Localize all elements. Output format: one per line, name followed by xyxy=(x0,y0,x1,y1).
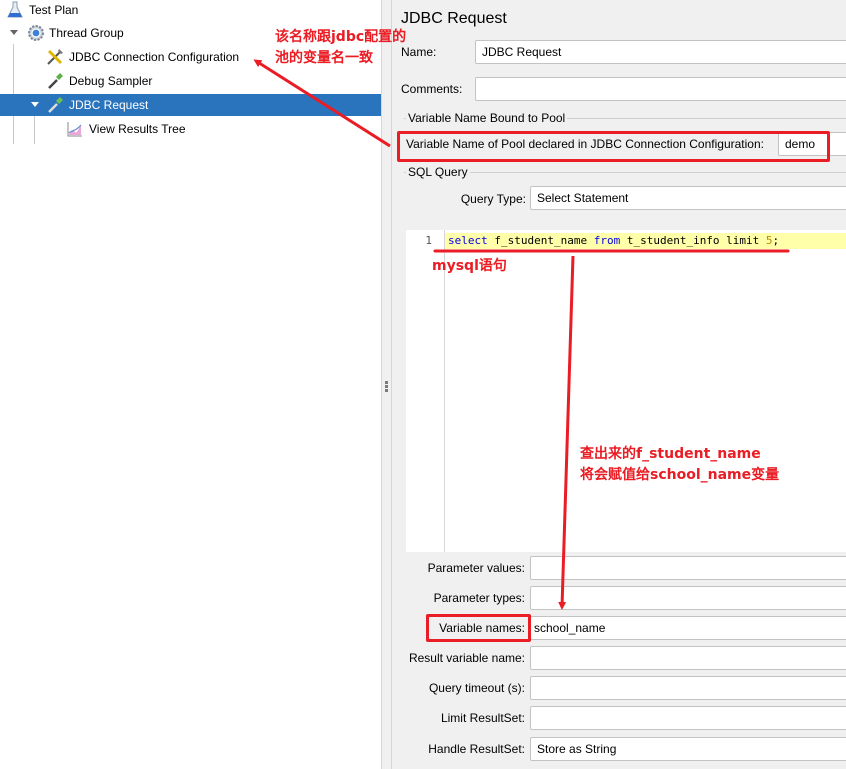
variable-annotation-line1: 查出来的f_student_name xyxy=(580,446,761,462)
variable-names-highlight-box xyxy=(426,614,531,642)
tree-item-jdbc-connection-configuration[interactable]: JDBC Connection Configuration xyxy=(0,46,260,68)
pool-annotation-line1: 该名称跟jdbc配置的 xyxy=(275,29,407,45)
tree-item-thread-group[interactable]: Thread Group xyxy=(0,22,200,44)
sql-token-keyword: from xyxy=(593,234,621,247)
parameter-values-input[interactable] xyxy=(530,556,846,580)
query-timeout-input[interactable] xyxy=(530,676,846,700)
sql-annotation: mysql语句 xyxy=(432,258,507,274)
tree-item-label: Thread Group xyxy=(49,26,124,40)
sql-token-plain: t_student_info limit xyxy=(620,234,766,247)
name-input[interactable]: JDBC Request xyxy=(475,40,846,64)
pipette-icon xyxy=(46,96,64,114)
expand-toggle-icon[interactable] xyxy=(10,30,18,35)
query-timeout-label: Query timeout (s): xyxy=(428,681,525,695)
query-type-label: Query Type: xyxy=(460,192,526,206)
tree-item-jdbc-request[interactable]: JDBC Request xyxy=(0,94,381,116)
variable-names-input[interactable]: school_name xyxy=(530,616,846,640)
line-number: 1 xyxy=(425,234,432,247)
tree-item-view-results-tree[interactable]: View Results Tree xyxy=(0,118,220,140)
comments-input[interactable] xyxy=(475,77,846,101)
sql-token-number: 5 xyxy=(765,234,773,247)
tree-item-test-plan[interactable]: Test Plan xyxy=(0,0,200,21)
expand-toggle-icon[interactable] xyxy=(31,102,39,107)
pool-highlight-box xyxy=(397,131,830,162)
tree-item-label: JDBC Request xyxy=(69,98,149,112)
splitter-grip-icon xyxy=(385,385,388,388)
sql-group-title: SQL Query xyxy=(406,165,470,179)
sql-token-keyword: select xyxy=(448,234,488,247)
panel-splitter[interactable] xyxy=(381,0,392,769)
handle-resultset-label: Handle ResultSet: xyxy=(428,742,525,756)
sql-editor[interactable]: 1 select f_student_name from t_student_i… xyxy=(406,230,846,552)
test-plan-tree[interactable]: Test Plan Thread Group JDBC Connection C… xyxy=(0,0,381,769)
limit-resultset-input[interactable] xyxy=(530,706,846,730)
variable-annotation-line2: 将会赋值给school_name变量 xyxy=(580,467,780,483)
result-variable-name-input[interactable] xyxy=(530,646,846,670)
wrench-screwdriver-icon xyxy=(46,48,64,66)
comments-label: Comments: xyxy=(401,82,463,96)
splitter-grip-icon xyxy=(385,389,388,392)
sql-code-line[interactable]: select f_student_name from t_student_inf… xyxy=(448,233,779,249)
flask-icon xyxy=(6,1,24,19)
tree-item-debug-sampler[interactable]: Debug Sampler xyxy=(0,70,200,92)
result-variable-name-label: Result variable name: xyxy=(408,651,525,665)
sql-token-plain: f_student_name xyxy=(487,234,594,247)
tree-item-label: Test Plan xyxy=(29,3,79,17)
query-type-select[interactable]: Select Statement xyxy=(530,186,846,210)
tree-item-label: View Results Tree xyxy=(89,122,186,136)
name-label: Name: xyxy=(401,45,437,59)
jdbc-request-panel: JDBC Request Name: JDBC Request Comments… xyxy=(392,0,846,769)
splitter-grip-icon xyxy=(385,381,388,384)
panel-title: JDBC Request xyxy=(401,10,507,27)
pool-group-title: Variable Name Bound to Pool xyxy=(406,111,568,125)
gutter-divider xyxy=(444,230,445,552)
group-border xyxy=(404,172,846,173)
tree-item-label: Debug Sampler xyxy=(69,74,153,88)
limit-resultset-label: Limit ResultSet: xyxy=(440,711,525,725)
pipette-icon xyxy=(46,72,64,90)
tree-item-label: JDBC Connection Configuration xyxy=(69,50,240,64)
parameter-values-label: Parameter values: xyxy=(427,561,525,575)
gear-icon xyxy=(27,24,45,42)
parameter-types-label: Parameter types: xyxy=(433,591,525,605)
handle-resultset-select[interactable]: Store as String xyxy=(530,737,846,761)
sql-token-plain: ; xyxy=(772,234,780,247)
parameter-types-input[interactable] xyxy=(530,586,846,610)
pool-annotation-line2: 池的变量名一致 xyxy=(275,50,373,66)
chart-icon xyxy=(66,120,84,138)
